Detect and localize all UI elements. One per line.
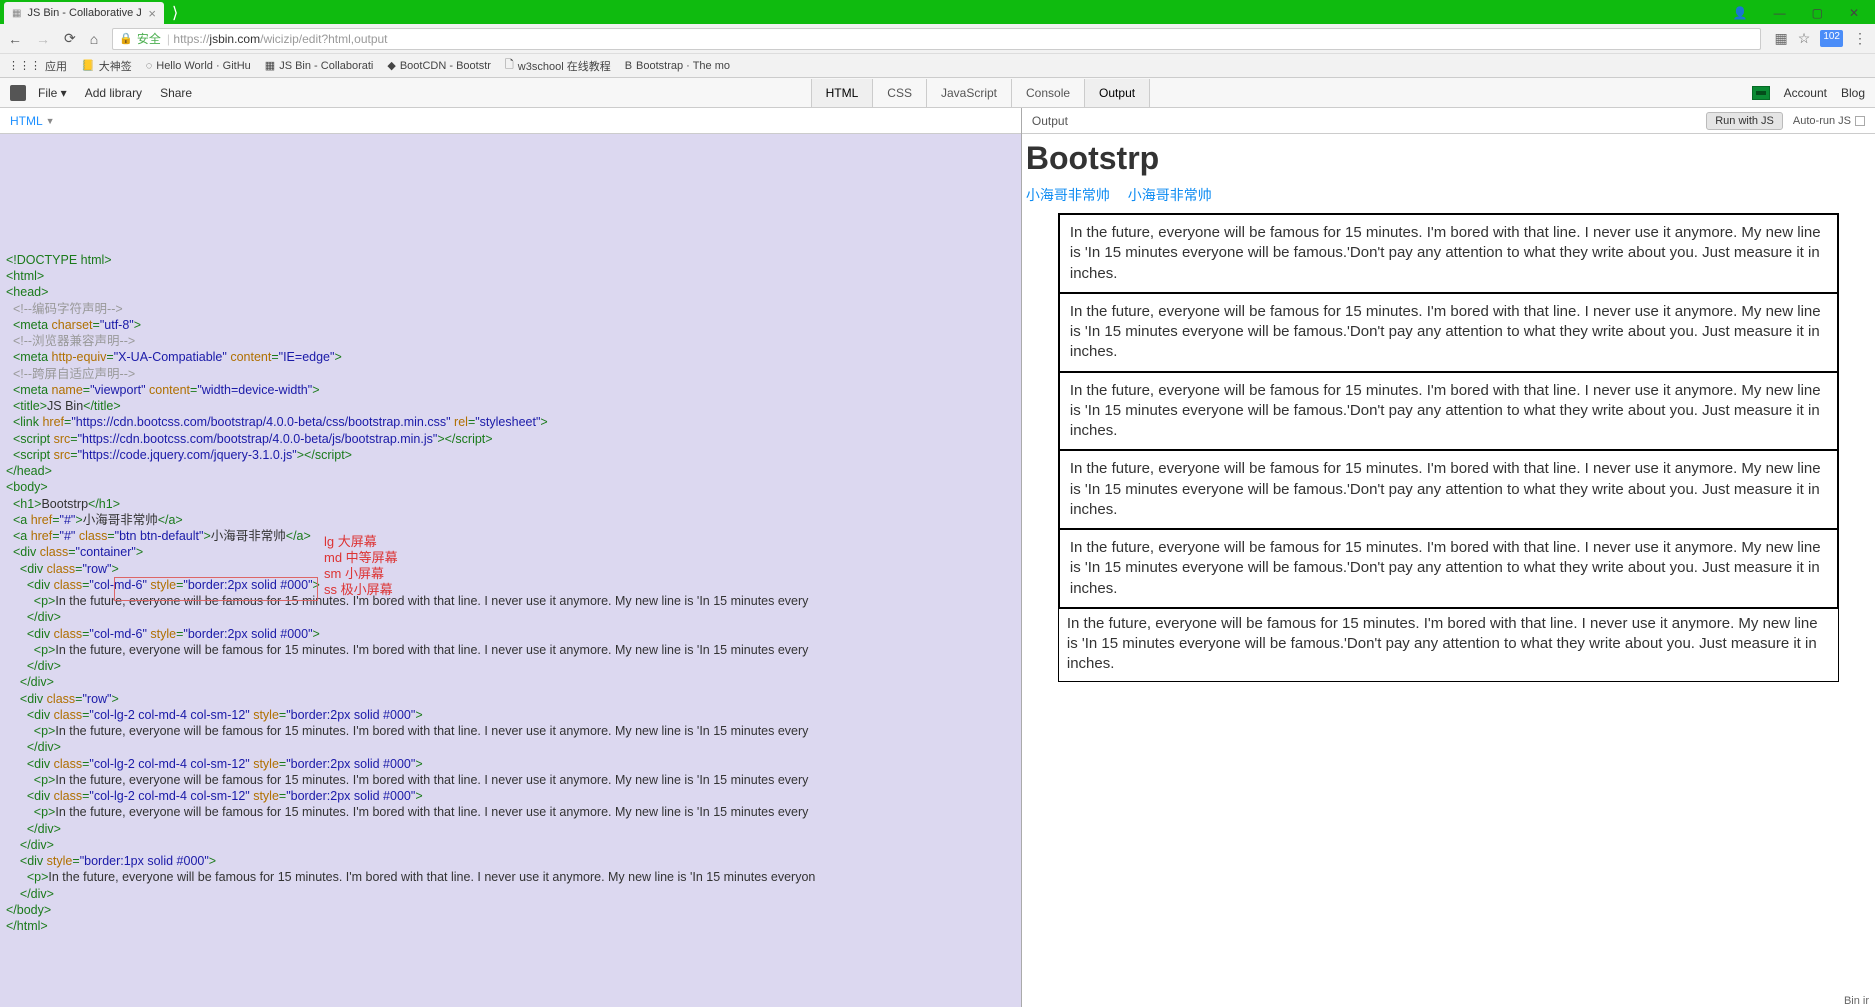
- bookmark-label: 应用: [45, 58, 67, 74]
- browser-tab[interactable]: ▦ JS Bin - Collaborative J ×: [4, 2, 164, 24]
- bookmark-label: BootCDN - Bootstr: [400, 60, 491, 72]
- run-with-js-button[interactable]: Run with JS: [1706, 112, 1783, 130]
- bookmark-item[interactable]: ◌Hello World · GitHu: [146, 60, 251, 72]
- badge-count[interactable]: 102: [1820, 30, 1843, 47]
- html-panel-label[interactable]: HTML: [10, 114, 43, 128]
- bookmark-item[interactable]: B Bootstrap · The mo: [625, 60, 730, 72]
- panel-tab-output[interactable]: Output: [1084, 79, 1150, 107]
- panel-tab-console[interactable]: Console: [1011, 79, 1085, 107]
- chevron-down-icon[interactable]: ▼: [46, 116, 55, 126]
- output-body: Bootstrp 小海哥非常帅 小海哥非常帅 In the future, ev…: [1022, 134, 1875, 684]
- window-maximize-icon[interactable]: ▢: [1812, 6, 1823, 20]
- output-link-2[interactable]: 小海哥非常帅: [1128, 187, 1212, 203]
- bookmark-item[interactable]: 📒 大神签: [81, 58, 132, 74]
- bookmark-label: JS Bin - Collaborati: [279, 60, 373, 72]
- bookmark-icon: B: [625, 60, 632, 72]
- output-pane: Output Run with JS Auto-run JS Bootstrp …: [1022, 108, 1875, 1007]
- output-container: In the future, everyone will be famous f…: [1026, 213, 1871, 609]
- bookmark-icon: ⋮⋮⋮: [8, 59, 41, 72]
- bookmark-item[interactable]: ▦ JS Bin - Collaborati: [265, 59, 374, 72]
- bookmarks-bar: ⋮⋮⋮ 应用 📒 大神签 ◌Hello World · GitHu ▦ JS Bin - C…: [0, 54, 1875, 78]
- output-box-thin: In the future, everyone will be famous f…: [1058, 607, 1839, 682]
- panel-tab-html[interactable]: HTML: [811, 79, 874, 107]
- lock-icon: 🔒: [119, 32, 133, 45]
- browser-tab-bar: ▦ JS Bin - Collaborative J × ⟩ 👤 — ▢ ✕: [0, 0, 1875, 24]
- output-panel-label: Output: [1032, 114, 1068, 128]
- share-button[interactable]: Share: [160, 86, 192, 100]
- footer-text: Bin ir: [1844, 995, 1869, 1007]
- output-panel-header: Output Run with JS Auto-run JS: [1022, 108, 1875, 134]
- html-panel-header: HTML▼: [0, 108, 1021, 134]
- avatar-icon[interactable]: [1752, 86, 1770, 100]
- jsbin-panel-tabs: HTMLCSSJavaScriptConsoleOutput: [812, 79, 1150, 107]
- workspace: HTML▼ lg 大屏幕 md 中等屏幕 sm 小屏幕 ss 极小屏幕 <!DO…: [0, 108, 1875, 1007]
- user-menu-icon[interactable]: 👤: [1733, 6, 1748, 20]
- tab-close-icon[interactable]: ×: [148, 6, 156, 21]
- window-controls: 👤 — ▢ ✕: [1733, 6, 1875, 20]
- bookmark-label: w3school 在线教程: [518, 58, 611, 74]
- address-right-icons: ▦ ☆ 102 ⋮: [1775, 30, 1867, 47]
- bookmark-icon: ▦: [265, 59, 275, 72]
- bookmark-label: Hello World · GitHu: [156, 60, 251, 72]
- bookmark-label: Bootstrap · The mo: [636, 60, 730, 72]
- jsbin-logo-icon[interactable]: [10, 85, 26, 101]
- bookmark-item[interactable]: ⋮⋮⋮ 应用: [8, 58, 67, 74]
- nav-reload-icon[interactable]: ⟳: [64, 30, 76, 47]
- file-menu[interactable]: File ▾: [38, 86, 67, 100]
- add-library-button[interactable]: Add library: [85, 86, 142, 100]
- new-tab-icon[interactable]: ⟩: [164, 3, 186, 23]
- window-close-icon[interactable]: ✕: [1849, 6, 1859, 20]
- nav-back-icon[interactable]: ←: [8, 31, 22, 47]
- browser-address-bar: ← → ⟳ ⌂ 🔒 安全 | https://jsbin.com/wicizip…: [0, 24, 1875, 54]
- code-editor[interactable]: lg 大屏幕 md 中等屏幕 sm 小屏幕 ss 极小屏幕 <!DOCTYPE …: [0, 134, 1021, 938]
- tab-title: JS Bin - Collaborative J: [27, 7, 141, 19]
- output-box: In the future, everyone will be famous f…: [1058, 449, 1839, 530]
- output-box: In the future, everyone will be famous f…: [1058, 371, 1839, 452]
- bookmark-icon: 📒: [81, 59, 95, 72]
- html-editor-pane[interactable]: HTML▼ lg 大屏幕 md 中等屏幕 sm 小屏幕 ss 极小屏幕 <!DO…: [0, 108, 1022, 1007]
- output-heading: Bootstrp: [1026, 140, 1871, 177]
- url-text: https://jsbin.com/wicizip/edit?html,outp…: [170, 32, 387, 46]
- safe-label: 安全: [137, 30, 161, 47]
- blog-link[interactable]: Blog: [1841, 86, 1865, 100]
- output-box: In the future, everyone will be famous f…: [1058, 213, 1839, 294]
- bookmark-icon: ◆: [387, 59, 395, 72]
- autorun-js-toggle[interactable]: Auto-run JS: [1793, 115, 1865, 127]
- address-input[interactable]: 🔒 安全 | https://jsbin.com/wicizip/edit?ht…: [112, 28, 1760, 50]
- bookmark-star-icon[interactable]: ☆: [1798, 30, 1811, 47]
- panel-tab-javascript[interactable]: JavaScript: [926, 79, 1012, 107]
- nav-forward-icon: →: [36, 31, 50, 47]
- tab-favicon-icon: ▦: [12, 8, 21, 19]
- window-minimize-icon[interactable]: —: [1774, 6, 1786, 20]
- jsbin-toolbar: File ▾ Add library Share HTMLCSSJavaScri…: [0, 78, 1875, 108]
- extension-icon[interactable]: ▦: [1775, 30, 1788, 47]
- nav-home-icon[interactable]: ⌂: [90, 31, 98, 47]
- bookmark-item[interactable]: 🗋w3school 在线教程: [505, 56, 611, 75]
- bookmark-label: 大神签: [99, 58, 132, 74]
- output-box: In the future, everyone will be famous f…: [1058, 528, 1839, 609]
- bookmark-icon: 🗋: [505, 56, 514, 75]
- panel-tab-css[interactable]: CSS: [872, 79, 927, 107]
- output-box: In the future, everyone will be famous f…: [1058, 292, 1839, 373]
- account-link[interactable]: Account: [1784, 86, 1827, 100]
- bookmark-icon: ◌: [146, 60, 153, 72]
- output-link-1[interactable]: 小海哥非常帅: [1026, 187, 1110, 203]
- browser-menu-icon[interactable]: ⋮: [1853, 30, 1867, 47]
- bookmark-item[interactable]: ◆ BootCDN - Bootstr: [387, 59, 491, 72]
